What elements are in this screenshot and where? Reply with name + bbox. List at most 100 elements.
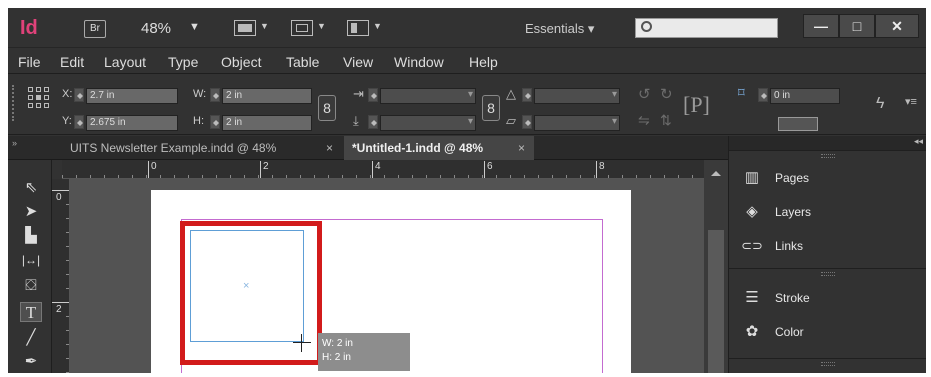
stroke-weight-field[interactable]: 0 in bbox=[770, 88, 840, 104]
menu-layout[interactable]: Layout bbox=[104, 54, 146, 70]
rotate-cw-icon[interactable]: ↻ bbox=[660, 85, 673, 103]
panel-menu-icon[interactable]: ▾≡ bbox=[905, 95, 917, 108]
rotate-field[interactable] bbox=[534, 88, 620, 104]
panel-group-1: ▥ Pages ◈ Layers ⊂⊃ Links bbox=[729, 150, 926, 268]
direct-selection-tool-icon[interactable]: ➤ bbox=[20, 202, 42, 222]
ruler-major-tick bbox=[52, 190, 69, 191]
ruler-major-tick bbox=[484, 161, 485, 178]
scroll-thumb[interactable] bbox=[708, 230, 724, 373]
quick-apply-icon[interactable]: ϟ bbox=[876, 95, 884, 113]
rotate-ccw-icon[interactable]: ↺ bbox=[638, 85, 651, 103]
pen-tool-icon[interactable]: ✒ bbox=[20, 352, 42, 372]
chevron-down-icon[interactable]: ▼ bbox=[373, 21, 382, 31]
x-stepper[interactable] bbox=[74, 88, 84, 102]
panel-group-3 bbox=[729, 358, 926, 373]
flip-vertical-icon[interactable]: ⇅ bbox=[660, 112, 672, 129]
panel-grip[interactable] bbox=[12, 85, 15, 121]
y-stepper[interactable] bbox=[74, 115, 84, 129]
tab-close-icon[interactable]: × bbox=[326, 136, 333, 160]
workspace-switcher[interactable]: Essentials ▾ bbox=[525, 21, 594, 37]
ruler-label: 6 bbox=[487, 161, 493, 172]
collapse-panels-icon[interactable]: ◂◂ bbox=[914, 136, 923, 147]
stroke-weight-icon: ⌑ bbox=[738, 85, 745, 100]
reference-point-icon[interactable] bbox=[28, 87, 50, 109]
tooltip-height: H: 2 in bbox=[322, 352, 351, 363]
menu-view[interactable]: View bbox=[343, 54, 373, 70]
panel-label: Layers bbox=[775, 205, 812, 219]
maximize-button[interactable]: □ bbox=[839, 14, 875, 38]
panel-links[interactable]: ⊂⊃ Links bbox=[741, 233, 921, 259]
panel-layers[interactable]: ◈ Layers bbox=[741, 199, 921, 225]
w-field[interactable]: 2 in bbox=[222, 88, 312, 104]
tab-close-icon[interactable]: × bbox=[518, 136, 525, 160]
scale-x-stepper[interactable] bbox=[368, 88, 378, 102]
horizontal-ruler[interactable] bbox=[62, 160, 716, 179]
panel-grip[interactable] bbox=[821, 362, 835, 366]
menu-type[interactable]: Type bbox=[168, 54, 198, 70]
menu-bar: File Edit Layout Type Object Table View … bbox=[8, 49, 926, 74]
view-options-icon[interactable] bbox=[234, 20, 256, 36]
shear-field[interactable] bbox=[534, 115, 620, 131]
collapse-icon[interactable]: » bbox=[12, 138, 17, 148]
type-tool-icon[interactable]: T bbox=[20, 302, 42, 322]
minimize-button[interactable]: — bbox=[803, 14, 839, 38]
bridge-button[interactable]: Br bbox=[84, 20, 106, 38]
tab-untitled-1[interactable]: *Untitled-1.indd @ 48% bbox=[344, 136, 534, 160]
menu-window[interactable]: Window bbox=[394, 54, 444, 70]
gap-tool-icon[interactable]: |↔| bbox=[20, 250, 42, 270]
screen-mode-icon[interactable] bbox=[291, 20, 313, 36]
ruler-label: 2 bbox=[56, 304, 62, 315]
search-input[interactable] bbox=[635, 18, 778, 38]
constrain-proportions-icon[interactable]: 8 bbox=[318, 95, 336, 121]
content-collector-icon[interactable]: ⛋ bbox=[20, 276, 42, 296]
panel-color[interactable]: ✿ Color bbox=[741, 319, 921, 345]
menu-object[interactable]: Object bbox=[221, 54, 261, 70]
paragraph-direction-icon[interactable]: [P] bbox=[683, 92, 710, 118]
scroll-up-icon[interactable] bbox=[711, 166, 721, 176]
close-button[interactable]: ✕ bbox=[875, 14, 919, 38]
panel-stroke[interactable]: ☰ Stroke bbox=[741, 285, 921, 311]
layers-icon: ◈ bbox=[746, 203, 758, 220]
x-field[interactable]: 2.7 in bbox=[86, 88, 178, 104]
panel-group-2: ☰ Stroke ✿ Color bbox=[729, 268, 926, 358]
page-tool-icon[interactable]: ▙ bbox=[20, 226, 42, 246]
stroke-type-dropdown[interactable] bbox=[778, 117, 818, 131]
chevron-down-icon[interactable]: ▼ bbox=[317, 21, 326, 31]
document-tabs: » UITS Newsletter Example.indd @ 48% × *… bbox=[8, 136, 728, 160]
ruler-label: 4 bbox=[375, 161, 381, 172]
flip-horizontal-icon[interactable]: ⇋ bbox=[638, 112, 650, 129]
menu-table[interactable]: Table bbox=[286, 54, 319, 70]
panel-grip[interactable] bbox=[821, 154, 835, 158]
stroke-weight-stepper[interactable] bbox=[758, 88, 768, 102]
h-field[interactable]: 2 in bbox=[222, 115, 312, 131]
tab-uits-newsletter[interactable]: UITS Newsletter Example.indd @ 48% bbox=[62, 136, 284, 160]
arrange-documents-icon[interactable] bbox=[347, 20, 369, 36]
crosshair-cursor bbox=[293, 334, 311, 352]
y-field[interactable]: 2.675 in bbox=[86, 115, 178, 131]
panel-label: Pages bbox=[775, 171, 810, 185]
zoom-dropdown-icon[interactable]: ▼ bbox=[189, 21, 200, 33]
w-stepper[interactable] bbox=[210, 88, 220, 102]
panel-pages[interactable]: ▥ Pages bbox=[741, 165, 921, 191]
w-label: W: bbox=[193, 88, 207, 100]
rotate-stepper[interactable] bbox=[522, 88, 532, 102]
scale-y-field[interactable] bbox=[380, 115, 476, 131]
scale-x-field[interactable] bbox=[380, 88, 476, 104]
y-label: Y: bbox=[62, 115, 72, 127]
vertical-scrollbar[interactable] bbox=[704, 160, 728, 373]
panel-grip[interactable] bbox=[821, 272, 835, 276]
zoom-level[interactable]: 48% bbox=[141, 20, 171, 37]
rotate-icon: △ bbox=[506, 86, 516, 101]
menu-file[interactable]: File bbox=[18, 54, 41, 70]
chevron-down-icon[interactable]: ▼ bbox=[260, 21, 269, 31]
menu-edit[interactable]: Edit bbox=[60, 54, 84, 70]
panel-dock-header: ◂◂ bbox=[729, 136, 926, 150]
selection-tool-icon[interactable]: ⇖ bbox=[20, 178, 42, 198]
vertical-ruler[interactable] bbox=[52, 179, 70, 373]
h-stepper[interactable] bbox=[210, 115, 220, 129]
menu-help[interactable]: Help bbox=[469, 54, 498, 70]
constrain-scale-icon[interactable]: 8 bbox=[482, 95, 500, 121]
line-tool-icon[interactable]: ╱ bbox=[20, 328, 42, 348]
shear-stepper[interactable] bbox=[522, 115, 532, 129]
scale-y-stepper[interactable] bbox=[368, 115, 378, 129]
